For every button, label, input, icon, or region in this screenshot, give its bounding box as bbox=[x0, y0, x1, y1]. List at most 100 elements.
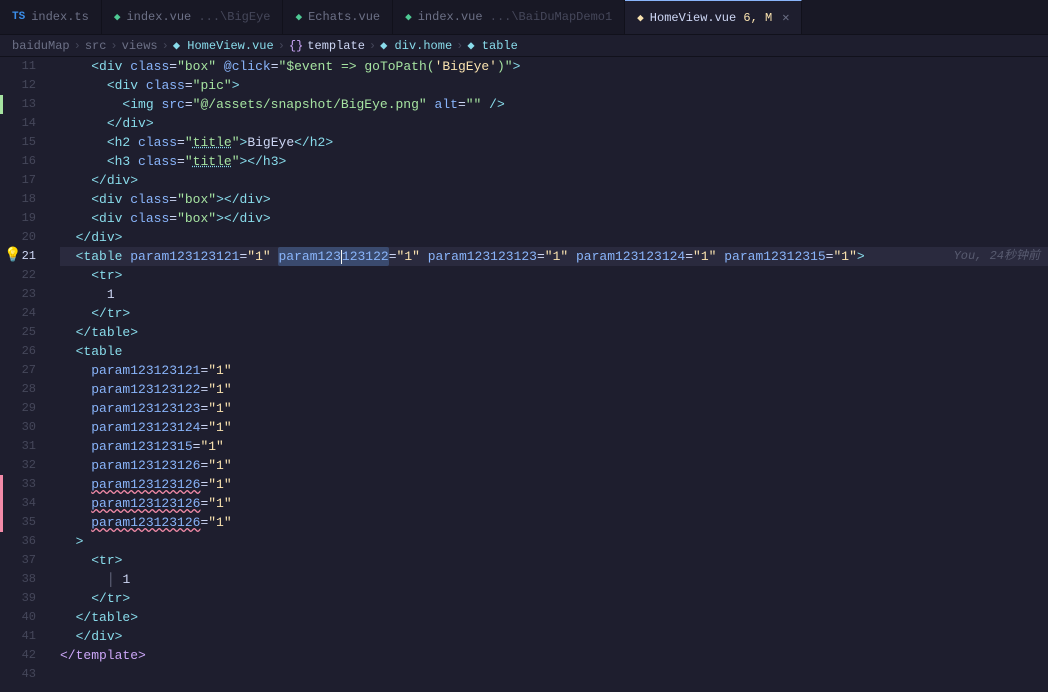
code-line-23: 1 bbox=[60, 285, 1048, 304]
gutter-24: 24 bbox=[0, 304, 44, 323]
sep: › bbox=[369, 39, 376, 53]
sep: › bbox=[74, 39, 81, 53]
gutter-38: 38 bbox=[0, 570, 44, 589]
vue-icon: ◆ bbox=[114, 10, 121, 24]
crumb-homeview: ◆ HomeView.vue bbox=[173, 38, 274, 53]
vue-icon: ◆ bbox=[637, 11, 644, 25]
gutter-21: 💡 21 bbox=[0, 247, 44, 266]
code-line-24: </tr> bbox=[60, 304, 1048, 323]
tab-label: index.ts bbox=[31, 10, 89, 24]
gutter-14: 14 bbox=[0, 114, 44, 133]
editor: 11 12 13 14 15 16 17 18 19 20 💡 21 22 23… bbox=[0, 57, 1048, 692]
code-line-35: param123123126="1" bbox=[60, 513, 1048, 532]
code-line-25: </table> bbox=[60, 323, 1048, 342]
crumb-views: views bbox=[122, 39, 158, 53]
space bbox=[216, 57, 224, 76]
indent bbox=[60, 57, 91, 76]
gutter-43: 43 bbox=[0, 665, 44, 684]
gutter-28: 28 bbox=[0, 380, 44, 399]
tab-bar: TS index.ts ◆ index.vue ...\BigEye ◆ Ech… bbox=[0, 0, 1048, 35]
close-tab-icon[interactable]: ✕ bbox=[782, 10, 789, 25]
tab-echats-vue[interactable]: ◆ Echats.vue bbox=[283, 0, 393, 34]
code-line-41: </div> bbox=[60, 627, 1048, 646]
code-line-33: param123123126="1" bbox=[60, 475, 1048, 494]
gutter-23: 23 bbox=[0, 285, 44, 304]
code-line-30: param123123124="1" bbox=[60, 418, 1048, 437]
gutter-33: 33 bbox=[0, 475, 44, 494]
sep: › bbox=[278, 39, 285, 53]
attr-val-box: "box" bbox=[177, 57, 216, 76]
code-line-29: param123123123="1" bbox=[60, 399, 1048, 418]
gutter-35: 35 bbox=[0, 513, 44, 532]
code-line-19: <div class="box"></div> bbox=[60, 209, 1048, 228]
crumb-src: src bbox=[85, 39, 107, 53]
crumb-table: ◆ table bbox=[467, 38, 517, 53]
tab-label: Echats.vue bbox=[308, 10, 380, 24]
breadcrumb: baiduMap › src › views › ◆ HomeView.vue … bbox=[0, 35, 1048, 57]
code-line-34: param123123126="1" bbox=[60, 494, 1048, 513]
space bbox=[122, 57, 130, 76]
code-line-15: <h2 class="title">BigEye</h2> bbox=[60, 133, 1048, 152]
tab-label: index.vue ...\BaiDuMapDemo1 bbox=[418, 10, 612, 24]
code-line-20: </div> bbox=[60, 228, 1048, 247]
gutter-19: 19 bbox=[0, 209, 44, 228]
tag-open: <div bbox=[91, 57, 122, 76]
code-line-42: </template> bbox=[60, 646, 1048, 665]
gutter-32: 32 bbox=[0, 456, 44, 475]
vue-icon: ◆ bbox=[405, 10, 412, 24]
crumb-template-label: template bbox=[307, 39, 365, 53]
crumb-braces: {} bbox=[289, 39, 303, 53]
tab-homeview-vue[interactable]: ◆ HomeView.vue 6, M ✕ bbox=[625, 0, 802, 34]
code-line-28: param123123122="1" bbox=[60, 380, 1048, 399]
sep: › bbox=[456, 39, 463, 53]
code-line-22: <tr> bbox=[60, 266, 1048, 285]
line-numbers: 11 12 13 14 15 16 17 18 19 20 💡 21 22 23… bbox=[0, 57, 52, 692]
code-line-38: │ 1 bbox=[60, 570, 1048, 589]
code-line-16: <h3 class="title"></h3> bbox=[60, 152, 1048, 171]
gutter-37: 37 bbox=[0, 551, 44, 570]
sep: › bbox=[110, 39, 117, 53]
gutter-17: 17 bbox=[0, 171, 44, 190]
gutter-41: 41 bbox=[0, 627, 44, 646]
gutter-16: 16 bbox=[0, 152, 44, 171]
crumb-div-home: ◆ div.home bbox=[380, 38, 452, 53]
gutter-39: 39 bbox=[0, 589, 44, 608]
code-line-40: </table> bbox=[60, 608, 1048, 627]
code-content[interactable]: <div class="box" @click="$event => goToP… bbox=[52, 57, 1048, 692]
attr-class: class bbox=[130, 57, 169, 76]
tab-index-vue-bigeye[interactable]: ◆ index.vue ...\BigEye bbox=[102, 0, 284, 34]
gutter-18: 18 bbox=[0, 190, 44, 209]
gutter-13: 13 bbox=[0, 95, 44, 114]
code-line-18: <div class="box"></div> bbox=[60, 190, 1048, 209]
tab-label: HomeView.vue 6, M bbox=[650, 11, 772, 25]
code-line-17: </div> bbox=[60, 171, 1048, 190]
code-line-26: <table bbox=[60, 342, 1048, 361]
gutter-31: 31 bbox=[0, 437, 44, 456]
code-line-43 bbox=[60, 665, 1048, 684]
warning-icon: 💡 bbox=[4, 247, 21, 266]
code-line-36: > bbox=[60, 532, 1048, 551]
tab-index-vue-baidudemo[interactable]: ◆ index.vue ...\BaiDuMapDemo1 bbox=[393, 0, 625, 34]
code-line-37: <tr> bbox=[60, 551, 1048, 570]
gutter-26: 26 bbox=[0, 342, 44, 361]
gutter-29: 29 bbox=[0, 399, 44, 418]
code-line-32: param123123126="1" bbox=[60, 456, 1048, 475]
code-line-13: <img src="@/assets/snapshot/BigEye.png" … bbox=[60, 95, 1048, 114]
code-line-21: <table param123123121="1" param123123122… bbox=[60, 247, 1048, 266]
gutter-34: 34 bbox=[0, 494, 44, 513]
gutter-40: 40 bbox=[0, 608, 44, 627]
gutter-11: 11 bbox=[0, 57, 44, 76]
gutter-30: 30 bbox=[0, 418, 44, 437]
gutter-27: 27 bbox=[0, 361, 44, 380]
gutter-20: 20 bbox=[0, 228, 44, 247]
code-line-31: param12312315="1" bbox=[60, 437, 1048, 456]
code-line-11: <div class="box" @click="$event => goToP… bbox=[60, 57, 1048, 76]
code-line-27: param123123121="1" bbox=[60, 361, 1048, 380]
sep: › bbox=[162, 39, 169, 53]
code-line-39: </tr> bbox=[60, 589, 1048, 608]
tab-index-ts[interactable]: TS index.ts bbox=[0, 0, 102, 34]
gutter-25: 25 bbox=[0, 323, 44, 342]
crumb-baidumap: baiduMap bbox=[12, 39, 70, 53]
code-line-12: <div class="pic"> bbox=[60, 76, 1048, 95]
gutter-12: 12 bbox=[0, 76, 44, 95]
